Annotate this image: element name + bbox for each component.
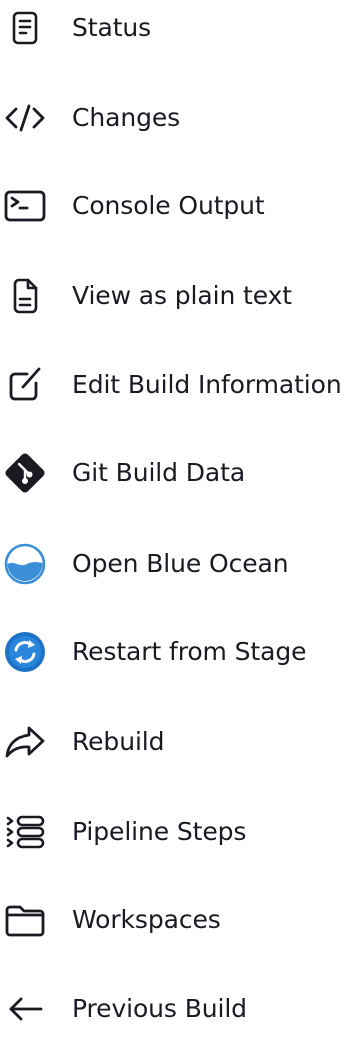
sidebar-item-label: Restart from Stage <box>72 637 307 666</box>
sidebar-item-label: Previous Build <box>72 994 247 1023</box>
sidebar-item-workspaces[interactable]: Workspaces <box>0 890 363 950</box>
sidebar-item-label: View as plain text <box>72 281 292 310</box>
git-icon <box>2 453 48 493</box>
sidebar-item-rebuild[interactable]: Rebuild <box>0 712 363 772</box>
sidebar-item-label: Open Blue Ocean <box>72 549 289 578</box>
sidebar-item-label: Workspaces <box>72 905 221 934</box>
restart-icon <box>2 632 48 672</box>
sidebar-item-label: Git Build Data <box>72 458 246 487</box>
sidebar-item-label: Changes <box>72 103 181 132</box>
sidebar-item-view-as-plain-text[interactable]: View as plain text <box>0 266 363 326</box>
sidebar-item-restart-from-stage[interactable]: Restart from Stage <box>0 622 363 682</box>
sidebar-item-changes[interactable]: Changes <box>0 88 363 148</box>
code-icon <box>2 98 48 138</box>
sidebar-item-label: Status <box>72 13 152 42</box>
edit-icon <box>2 365 48 405</box>
sidebar-item-console-output[interactable]: Console Output <box>0 176 363 236</box>
arrow-left-icon <box>2 989 48 1029</box>
folder-icon <box>2 900 48 940</box>
sidebar-item-label: Edit Build Information <box>72 370 342 399</box>
document-icon <box>2 8 48 48</box>
sidebar-item-edit-build-information[interactable]: Edit Build Information <box>0 355 363 415</box>
file-text-icon <box>2 276 48 316</box>
sidebar-item-label: Pipeline Steps <box>72 817 247 846</box>
build-sidebar: Status Changes Console Output View as pl… <box>0 0 363 1023</box>
blue-ocean-icon <box>2 543 48 585</box>
sidebar-item-pipeline-steps[interactable]: Pipeline Steps <box>0 802 363 862</box>
terminal-icon <box>2 186 48 226</box>
sidebar-item-label: Console Output <box>72 191 265 220</box>
list-icon <box>2 812 48 852</box>
sidebar-item-previous-build[interactable]: Previous Build <box>0 979 363 1039</box>
share-arrow-icon <box>2 722 48 762</box>
sidebar-item-label: Rebuild <box>72 727 165 756</box>
sidebar-item-open-blue-ocean[interactable]: Open Blue Ocean <box>0 534 363 594</box>
sidebar-item-git-build-data[interactable]: Git Build Data <box>0 443 363 503</box>
sidebar-item-status[interactable]: Status <box>0 0 363 58</box>
